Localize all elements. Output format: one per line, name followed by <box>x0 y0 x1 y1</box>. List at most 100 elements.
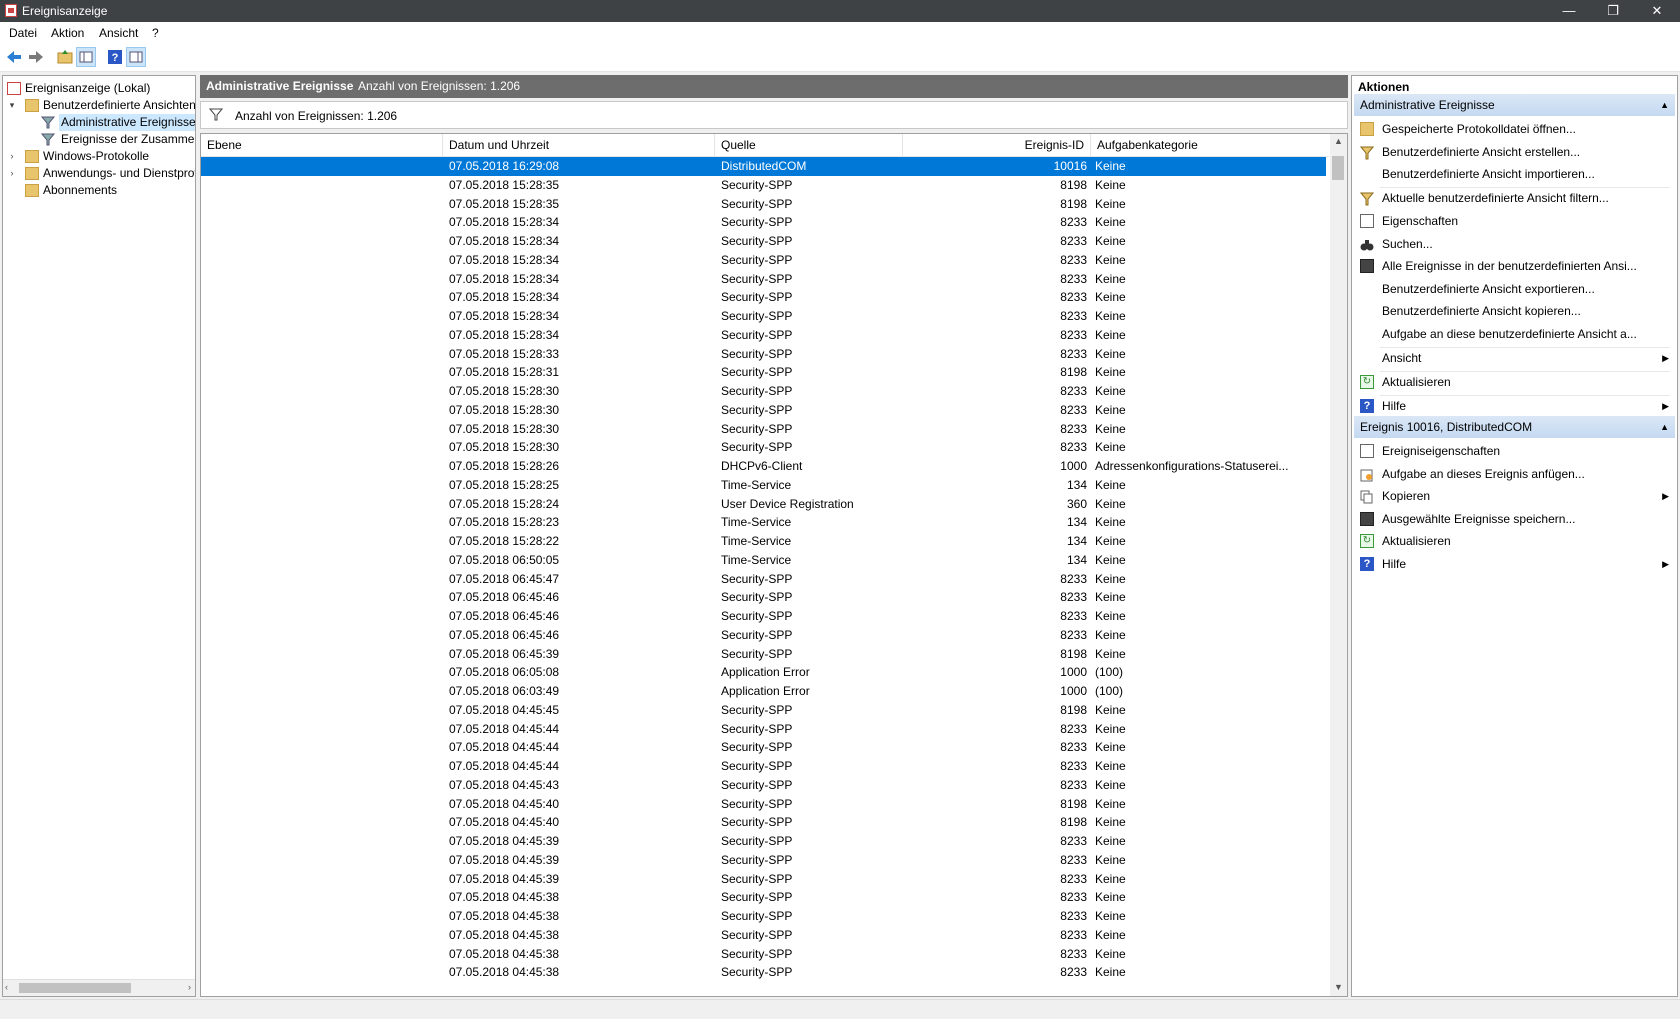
col-level[interactable]: Ebene <box>201 134 443 156</box>
scroll-right-icon[interactable]: › <box>188 982 191 992</box>
restore-button[interactable]: ❐ <box>1590 0 1636 22</box>
table-row[interactable]: !Warnung07.05.2018 15:28:30Security-SPP8… <box>201 420 1326 439</box>
table-row[interactable]: !Warnung07.05.2018 04:45:39Security-SPP8… <box>201 870 1326 889</box>
table-row[interactable]: !Warnung07.05.2018 06:45:46Security-SPP8… <box>201 626 1326 645</box>
scrollbar-thumb[interactable] <box>1332 156 1344 180</box>
table-row[interactable]: !Warnung07.05.2018 15:28:30Security-SPP8… <box>201 382 1326 401</box>
action-item[interactable]: Benutzerdefinierte Ansicht erstellen... <box>1358 141 1673 163</box>
action-item[interactable]: Aufgabe an dieses Ereignis anfügen... <box>1358 463 1673 485</box>
table-row[interactable]: !Fehler07.05.2018 15:28:26DHCPv6-Client1… <box>201 457 1326 476</box>
forward-arrow-icon[interactable] <box>26 47 46 67</box>
table-row[interactable]: !Warnung07.05.2018 04:45:38Security-SPP8… <box>201 945 1326 964</box>
col-category[interactable]: Aufgabenkategorie <box>1091 134 1329 156</box>
table-vertical-scrollbar[interactable]: ▲ ▼ <box>1330 134 1347 996</box>
table-row[interactable]: !Warnung07.05.2018 15:28:25Time-Service1… <box>201 476 1326 495</box>
minimize-button[interactable]: — <box>1546 0 1592 22</box>
table-row[interactable]: !Warnung07.05.2018 04:45:44Security-SPP8… <box>201 738 1326 757</box>
action-item[interactable]: Benutzerdefinierte Ansicht importieren..… <box>1358 163 1673 185</box>
action-item[interactable]: ? Hilfe ▶ <box>1358 553 1673 575</box>
col-source[interactable]: Quelle <box>715 134 903 156</box>
table-row[interactable]: !Fehler07.05.2018 06:03:49Application Er… <box>201 682 1326 701</box>
scroll-left-icon[interactable]: ‹ <box>5 982 8 992</box>
table-row[interactable]: !Warnung07.05.2018 06:50:05Time-Service1… <box>201 551 1326 570</box>
cell-date: 07.05.2018 04:45:38 <box>449 927 560 942</box>
action-item[interactable]: Aufgabe an diese benutzerdefinierte Ansi… <box>1358 323 1673 345</box>
table-row[interactable]: !Warnung07.05.2018 04:45:38Security-SPP8… <box>201 926 1326 945</box>
table-row[interactable]: !Warnung07.05.2018 04:45:44Security-SPP8… <box>201 757 1326 776</box>
col-date[interactable]: Datum und Uhrzeit <box>443 134 715 156</box>
chevron-down-icon[interactable]: ▾ <box>7 97 17 114</box>
table-row[interactable]: !Warnung07.05.2018 15:28:30Security-SPP8… <box>201 438 1326 457</box>
table-row[interactable]: !Warnung07.05.2018 06:45:46Security-SPP8… <box>201 588 1326 607</box>
menu-ansicht[interactable]: Ansicht <box>99 26 138 40</box>
action-item[interactable]: Suchen... <box>1358 233 1673 255</box>
chevron-right-icon[interactable]: › <box>7 148 17 165</box>
close-button[interactable]: ✕ <box>1634 0 1680 22</box>
table-row[interactable]: !Warnung07.05.2018 04:45:44Security-SPP8… <box>201 720 1326 739</box>
col-event-id[interactable]: Ereignis-ID <box>903 134 1091 156</box>
action-item[interactable]: ↻ Aktualisieren <box>1358 371 1673 393</box>
table-row[interactable]: !Warnung07.05.2018 15:28:22Time-Service1… <box>201 532 1326 551</box>
action-item[interactable]: Benutzerdefinierte Ansicht exportieren..… <box>1358 278 1673 300</box>
action-item[interactable]: Alle Ereignisse in der benutzerdefiniert… <box>1358 255 1673 277</box>
table-row[interactable]: !Warnung07.05.2018 15:28:33Security-SPP8… <box>201 345 1326 364</box>
tree-horizontal-scrollbar[interactable]: ‹ › <box>3 979 195 996</box>
table-row[interactable]: !Fehler07.05.2018 04:45:45Security-SPP81… <box>201 701 1326 720</box>
action-item[interactable]: Aktuelle benutzerdefinierte Ansicht filt… <box>1358 187 1673 209</box>
table-row[interactable]: !Fehler07.05.2018 04:45:40Security-SPP81… <box>201 795 1326 814</box>
action-item[interactable]: Benutzerdefinierte Ansicht kopieren... <box>1358 300 1673 322</box>
scroll-up-icon[interactable]: ▲ <box>1334 136 1343 146</box>
table-row[interactable]: !Warnung07.05.2018 06:45:46Security-SPP8… <box>201 607 1326 626</box>
menu-aktion[interactable]: Aktion <box>51 26 84 40</box>
table-row[interactable]: !Warnung07.05.2018 15:28:34Security-SPP8… <box>201 251 1326 270</box>
table-row[interactable]: !Warnung07.05.2018 15:28:34Security-SPP8… <box>201 270 1326 289</box>
table-row[interactable]: !Warnung07.05.2018 15:28:34Security-SPP8… <box>201 307 1326 326</box>
back-arrow-icon[interactable] <box>4 47 24 67</box>
table-row[interactable]: !Fehler07.05.2018 04:45:40Security-SPP81… <box>201 813 1326 832</box>
table-row[interactable]: !Warnung07.05.2018 04:45:38Security-SPP8… <box>201 888 1326 907</box>
action-item[interactable]: Gespeicherte Protokolldatei öffnen... <box>1358 118 1673 140</box>
table-row[interactable]: !Warnung07.05.2018 04:45:39Security-SPP8… <box>201 832 1326 851</box>
table-row[interactable]: !Warnung07.05.2018 15:28:34Security-SPP8… <box>201 213 1326 232</box>
chevron-right-icon[interactable]: › <box>7 165 17 182</box>
table-row[interactable]: !Warnung07.05.2018 04:45:39Security-SPP8… <box>201 851 1326 870</box>
table-row[interactable]: !Fehler07.05.2018 06:45:39Security-SPP81… <box>201 645 1326 664</box>
show-hide-action-pane-icon[interactable] <box>126 47 146 67</box>
action-item[interactable]: Eigenschaften <box>1358 210 1673 232</box>
show-hide-console-tree-icon[interactable] <box>76 47 96 67</box>
up-folder-icon[interactable] <box>55 47 75 67</box>
scroll-down-icon[interactable]: ▼ <box>1334 982 1343 992</box>
action-item[interactable]: Ausgewählte Ereignisse speichern... <box>1358 508 1673 530</box>
table-row[interactable]: !Warnung07.05.2018 04:45:43Security-SPP8… <box>201 776 1326 795</box>
action-item[interactable]: ↻ Aktualisieren <box>1358 530 1673 552</box>
table-row[interactable]: !Warnung07.05.2018 15:28:23Time-Service1… <box>201 513 1326 532</box>
collapse-icon[interactable]: ▲ <box>1660 416 1669 438</box>
cell-date: 07.05.2018 15:28:30 <box>449 384 560 398</box>
table-row[interactable]: !Fehler07.05.2018 06:05:08Application Er… <box>201 663 1326 682</box>
table-row[interactable]: !Warnung07.05.2018 04:45:38Security-SPP8… <box>201 963 1326 982</box>
table-row[interactable]: !Warnung07.05.2018 15:28:34Security-SPP8… <box>201 232 1326 251</box>
actions-section-view[interactable]: Administrative Ereignisse ▲ <box>1354 94 1675 116</box>
table-row[interactable]: !Warnung07.05.2018 15:28:30Security-SPP8… <box>201 401 1326 420</box>
help-icon[interactable]: ? <box>105 47 125 67</box>
table-row[interactable]: !Fehler07.05.2018 15:28:35Security-SPP81… <box>201 176 1326 195</box>
table-row[interactable]: !Fehler07.05.2018 15:28:35Security-SPP81… <box>201 195 1326 214</box>
action-item[interactable]: ? Hilfe ▶ <box>1358 395 1673 417</box>
table-row[interactable]: !Fehler07.05.2018 15:28:31Security-SPP81… <box>201 363 1326 382</box>
action-item[interactable]: Ansicht ▶ <box>1358 347 1673 369</box>
table-row[interactable]: !Warnung07.05.2018 15:28:24User Device R… <box>201 495 1326 514</box>
table-row[interactable]: !Warnung07.05.2018 04:45:38Security-SPP8… <box>201 907 1326 926</box>
table-row[interactable]: !Warnung07.05.2018 15:28:34Security-SPP8… <box>201 288 1326 307</box>
menu-datei[interactable]: Datei <box>9 26 37 40</box>
actions-section-event[interactable]: Ereignis 10016, DistributedCOM ▲ <box>1354 416 1675 438</box>
table-row[interactable]: !Fehler07.05.2018 16:29:08DistributedCOM… <box>201 157 1326 176</box>
cell-date: 07.05.2018 06:50:05 <box>449 552 560 567</box>
table-row[interactable]: !Warnung07.05.2018 06:45:47Security-SPP8… <box>201 570 1326 589</box>
table-row[interactable]: !Warnung07.05.2018 15:28:34Security-SPP8… <box>201 326 1326 345</box>
collapse-icon[interactable]: ▲ <box>1660 94 1669 116</box>
menu-help[interactable]: ? <box>152 26 159 40</box>
action-item[interactable]: Kopieren ▶ <box>1358 485 1673 507</box>
action-item[interactable]: Ereigniseigenschaften <box>1358 440 1673 462</box>
scrollbar-thumb[interactable] <box>19 983 131 993</box>
cell-source: Security-SPP <box>721 327 793 342</box>
